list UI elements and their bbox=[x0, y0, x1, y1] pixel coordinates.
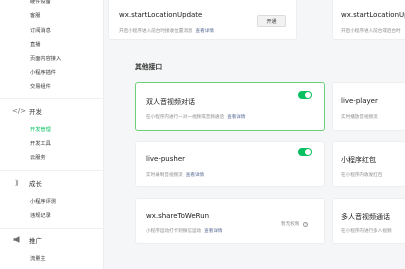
api-card-red-packet[interactable]: 小程序红包 在小程序内收发红包 bbox=[332, 141, 405, 187]
sidebar-item-subscription[interactable]: 订阅消息 bbox=[30, 25, 51, 37]
sidebar-item-customer-service[interactable]: 客服 bbox=[30, 10, 40, 22]
card-desc: 开启小程序进入前台或后台时 bbox=[341, 29, 401, 34]
sidebar-divider bbox=[0, 228, 104, 229]
sidebar-item-live[interactable]: 直播 bbox=[30, 39, 40, 51]
sidebar-item-hardware[interactable]: 硬件设备 bbox=[30, 0, 51, 8]
sidebar-section-growth[interactable]: ⟫ 成长 bbox=[12, 176, 42, 190]
card-title: wx.startLocationUpdate bbox=[119, 11, 203, 19]
card-title: 多人音视频通话 bbox=[341, 213, 390, 221]
details-link[interactable]: 查看详情 bbox=[186, 173, 204, 178]
api-card-multi-voip[interactable]: 多人音视频通话 在小程序内进行多人视频 bbox=[332, 198, 405, 244]
card-desc-text: 开启小程序进入前台时接收位置消息 bbox=[119, 29, 193, 34]
details-link[interactable]: 查看详情 bbox=[196, 29, 214, 34]
sidebar-item-plugins[interactable]: 小程序插件 bbox=[30, 67, 56, 79]
card-title: wx.shareToWeRun bbox=[146, 212, 210, 220]
permission-label: 暂无权限 bbox=[281, 222, 300, 227]
sidebar-item-dev-tools[interactable]: 开发工具 bbox=[30, 138, 51, 150]
section-label: 推广 bbox=[29, 237, 42, 245]
card-desc: 开启小程序进入前台时接收位置消息 查看详情 bbox=[119, 28, 214, 34]
card-desc: 小程序运动打卡到微信运动 查看详情 bbox=[146, 228, 223, 234]
card-desc: 实时播放音视频流 bbox=[341, 115, 378, 120]
card-title: wx.startLocationUp bbox=[341, 11, 405, 19]
card-title: 小程序红包 bbox=[341, 156, 376, 164]
sidebar: 硬件设备 客服 订阅消息 直播 页面内容接入 小程序插件 交易组件 </> 开发… bbox=[0, 0, 104, 269]
card-desc-text: 实时录制音视频流 bbox=[146, 173, 183, 178]
sidebar-section-develop[interactable]: </> 开发 bbox=[12, 104, 42, 118]
sidebar-item-trade[interactable]: 交易组件 bbox=[30, 81, 51, 93]
card-desc: 在小程序内进行一对一视频或音频通话 查看详情 bbox=[146, 114, 246, 120]
sidebar-item-evaluation[interactable]: 小程序评测 bbox=[30, 196, 56, 208]
enable-toggle[interactable] bbox=[298, 91, 312, 99]
no-permission-status: 暂无权限 ? bbox=[281, 221, 309, 227]
help-icon[interactable]: ? bbox=[303, 221, 309, 227]
api-card-share-to-werun[interactable]: wx.shareToWeRun 小程序运动打卡到微信运动 查看详情 暂无权限 ? bbox=[135, 198, 325, 244]
sidebar-item-traffic-owner[interactable]: 流量主 bbox=[30, 253, 46, 265]
enable-button[interactable]: 开通 bbox=[257, 15, 286, 27]
card-title: live-pusher bbox=[146, 155, 186, 163]
sidebar-item-dev-management[interactable]: 开发管理 bbox=[30, 124, 51, 136]
api-card-voip-chat[interactable]: 双人音视频对话 在小程序内进行一对一视频或音频通话 查看详情 bbox=[135, 82, 325, 131]
details-link[interactable]: 查看详情 bbox=[227, 115, 245, 120]
megaphone-icon bbox=[12, 235, 22, 245]
sidebar-item-cloud[interactable]: 云服务 bbox=[30, 152, 46, 164]
main-content: wx.startLocationUpdate 开启小程序进入前台时接收位置消息查… bbox=[104, 0, 405, 269]
details-link[interactable]: 查看详情 bbox=[204, 229, 222, 234]
api-card-live-pusher[interactable]: live-pusher 实时录制音视频流 查看详情 bbox=[135, 141, 325, 187]
enable-toggle[interactable] bbox=[298, 148, 312, 156]
card-desc-text: 小程序运动打卡到微信运动 bbox=[146, 229, 202, 234]
card-title: 双人音视频对话 bbox=[146, 98, 195, 106]
api-card-live-player[interactable]: live-player 实时播放音视频流 bbox=[332, 82, 405, 131]
sidebar-divider bbox=[0, 98, 104, 99]
sidebar-section-promotion[interactable]: 推广 bbox=[12, 233, 42, 247]
toggle-knob bbox=[305, 149, 311, 155]
api-card-start-location-update: wx.startLocationUpdate 开启小程序进入前台时接收位置消息查… bbox=[108, 0, 297, 40]
card-title: live-player bbox=[341, 97, 378, 105]
growth-icon: ⟫ bbox=[15, 179, 19, 187]
sidebar-item-page-content[interactable]: 页面内容接入 bbox=[30, 53, 61, 65]
card-desc-text: 在小程序内进行一对一视频或音频通话 bbox=[146, 115, 225, 120]
section-label: 开发 bbox=[29, 108, 42, 116]
card-desc: 在小程序内收发红包 bbox=[341, 173, 383, 178]
section-title-other-apis: 其他接口 bbox=[135, 63, 163, 71]
card-desc: 在小程序内进行多人视频 bbox=[341, 229, 392, 234]
sidebar-divider bbox=[0, 170, 104, 171]
toggle-knob bbox=[305, 92, 311, 98]
section-label: 成长 bbox=[29, 180, 42, 188]
sidebar-item-violations[interactable]: 违规记录 bbox=[30, 210, 51, 222]
code-icon: </> bbox=[12, 107, 27, 115]
card-desc: 实时录制音视频流 查看详情 bbox=[146, 172, 204, 178]
api-card-start-location-update-bg: wx.startLocationUp 开启小程序进入前台或后台时 bbox=[332, 0, 405, 40]
app-window: 硬件设备 客服 订阅消息 直播 页面内容接入 小程序插件 交易组件 </> 开发… bbox=[0, 0, 405, 269]
